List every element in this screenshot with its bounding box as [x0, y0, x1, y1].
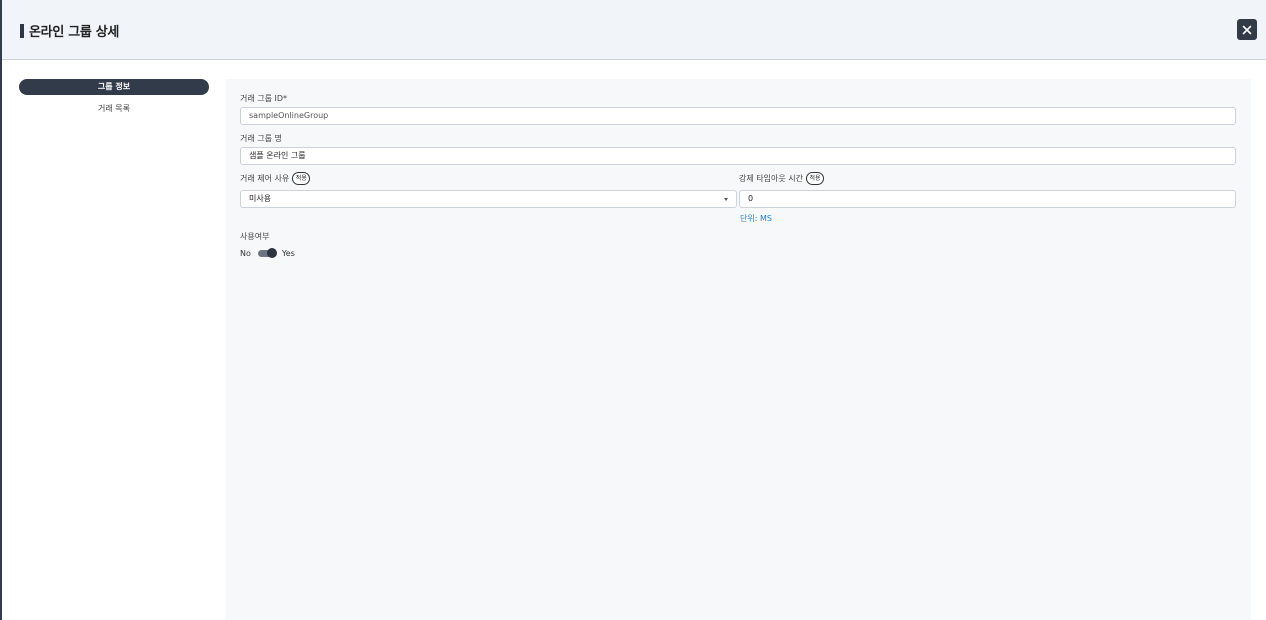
- modal-header: 온라인 그룹 상세: [2, 0, 1266, 60]
- use-flag-toggle[interactable]: [257, 248, 277, 258]
- group-name-label: 거래 그룹 명: [240, 134, 282, 143]
- group-name-field[interactable]: 샘플 온라인 그룹: [240, 147, 1236, 165]
- close-button[interactable]: [1237, 19, 1257, 40]
- detail-panel: 거래 그룹 ID* sampleOnlineGroup 거래 그룹 명 샘플 온…: [226, 79, 1251, 620]
- timeout-unit-hint: 단위: MS: [740, 214, 772, 223]
- use-flag-toggle-row: No Yes: [240, 248, 295, 258]
- control-reason-selected-value: 미사용: [249, 194, 272, 203]
- sidebar-item-group-info[interactable]: 그룹 정보: [19, 79, 209, 95]
- control-reason-label: 거래 제어 사유: [240, 174, 290, 183]
- group-id-label: 거래 그룹 ID*: [240, 94, 288, 103]
- page-title: 온라인 그룹 상세: [29, 25, 120, 40]
- timeout-apply-button[interactable]: 적용: [805, 172, 824, 185]
- use-flag-label: 사용여부: [240, 232, 270, 241]
- title-accent-bar: [20, 24, 24, 38]
- window-left-edge: [0, 0, 2, 620]
- toggle-on-label: Yes: [281, 249, 295, 258]
- chevron-down-icon: [724, 198, 728, 201]
- toggle-off-label: No: [240, 249, 251, 258]
- close-icon: [1242, 25, 1252, 34]
- group-id-field[interactable]: sampleOnlineGroup: [240, 107, 1236, 125]
- toggle-knob: [266, 248, 277, 258]
- timeout-label-row: 강제 타임아웃 시간 적용: [739, 172, 824, 185]
- timeout-label: 강제 타임아웃 시간: [739, 174, 803, 183]
- timeout-field[interactable]: 0: [739, 190, 1236, 208]
- sidebar: 그룹 정보 거래 목록: [18, 79, 210, 117]
- control-reason-apply-button[interactable]: 적용: [292, 172, 311, 185]
- sidebar-item-transaction-list[interactable]: 거래 목록: [19, 101, 209, 117]
- control-reason-label-row: 거래 제어 사유 적용: [240, 172, 311, 185]
- control-reason-select[interactable]: 미사용: [240, 190, 737, 208]
